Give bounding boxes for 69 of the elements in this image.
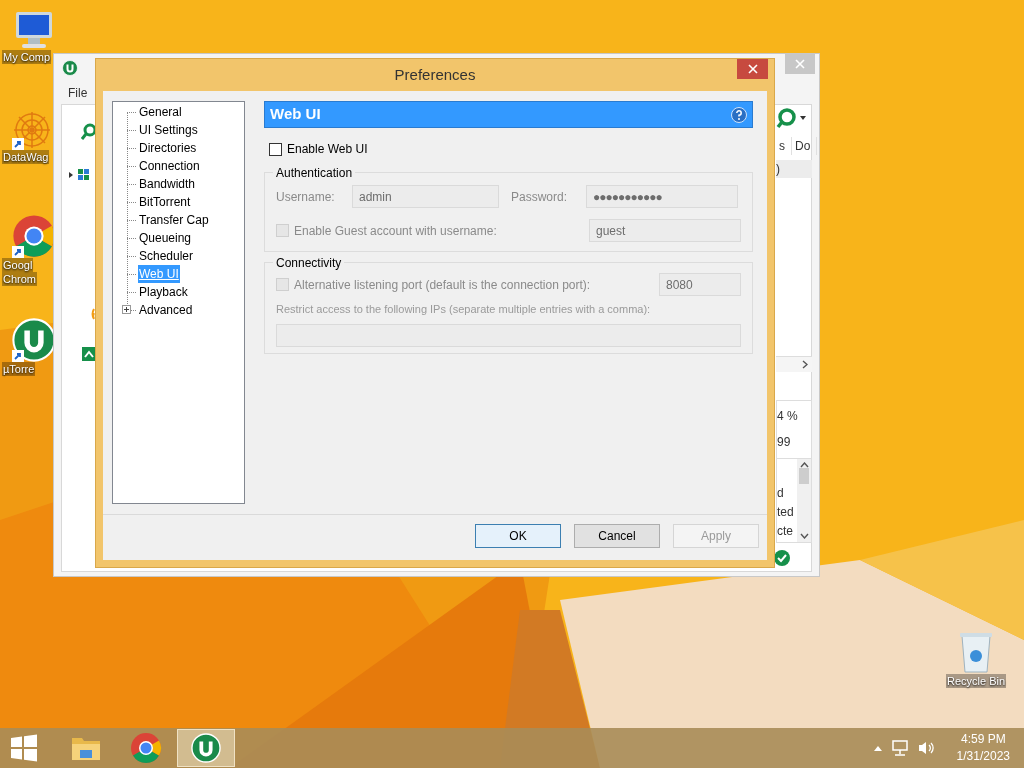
expand-toggle[interactable] <box>122 305 131 314</box>
scroll-up-icon[interactable] <box>799 462 809 468</box>
port-field[interactable]: 8080 <box>659 273 741 296</box>
recycle-bin-icon <box>958 630 994 674</box>
search-icon[interactable] <box>81 123 97 141</box>
volume-icon[interactable] <box>916 740 935 756</box>
guest-name-field[interactable]: guest <box>589 219 741 242</box>
windows-logo-icon <box>10 734 38 762</box>
shortcut-arrow-icon <box>12 350 24 362</box>
help-icon[interactable] <box>731 106 747 123</box>
checkbox-label: Alternative listening port (default is the connection port): <box>294 276 591 294</box>
menu-item[interactable]: File <box>61 84 95 102</box>
horizontal-scrollbar[interactable] <box>776 356 812 372</box>
column-header[interactable]: s <box>776 137 792 155</box>
close-icon <box>747 64 758 74</box>
desktop-icon-label[interactable]: Googl <box>2 258 34 272</box>
tree-item[interactable]: BitTorrent <box>138 193 192 211</box>
list-text: d <box>777 485 785 502</box>
network-icon[interactable] <box>890 740 909 756</box>
stat-text: 4 % <box>777 408 799 425</box>
stat-text: 99 <box>777 434 792 451</box>
field-label: Password: <box>511 188 569 206</box>
app-logo-icon <box>62 60 78 76</box>
table-cell-text: ) <box>776 161 780 178</box>
field-label: Username: <box>276 188 336 206</box>
mandala-icon <box>12 110 52 150</box>
desktop-icon-label[interactable]: My Comp <box>2 50 52 64</box>
column-header[interactable]: Do <box>792 137 818 155</box>
close-button[interactable] <box>737 59 768 79</box>
show-hidden-icons-icon[interactable] <box>872 744 883 752</box>
dialog-button[interactable]: Cancel <box>574 524 660 548</box>
window-title: Preferences <box>394 64 476 85</box>
checkbox-label: Enable Web UI <box>287 141 368 158</box>
tree-item[interactable]: Connection <box>138 157 201 175</box>
close-icon <box>795 59 805 69</box>
tree-item[interactable]: Directories <box>138 139 198 157</box>
tree-item[interactable]: Playback <box>138 283 189 301</box>
tree-item[interactable]: UI Settings <box>138 121 199 139</box>
search-icon[interactable] <box>776 107 808 129</box>
list-text: cte <box>777 523 794 540</box>
tree-item[interactable]: Bandwidth <box>138 175 197 193</box>
status-ok-icon <box>774 550 790 566</box>
field-label: Restrict access to the following IPs (separate multiple entries with a comma): <box>276 302 652 317</box>
utorrent-icon <box>191 733 221 763</box>
clock-time: 4:59 PM <box>960 731 1006 748</box>
tree-item[interactable]: Scheduler <box>138 247 195 265</box>
scroll-right-icon[interactable] <box>802 360 808 369</box>
table-row[interactable]: ) <box>776 160 812 178</box>
shortcut-arrow-icon <box>12 246 24 258</box>
taskbar-button[interactable] <box>177 729 235 767</box>
chrome-icon <box>130 732 162 764</box>
scroll-down-icon[interactable] <box>799 533 809 539</box>
section-title: Web UI <box>270 104 321 125</box>
tree-item[interactable]: Advanced <box>138 301 194 319</box>
scrollbar-thumb[interactable] <box>799 468 809 484</box>
desktop-icon-label[interactable]: Chrom <box>2 272 37 286</box>
tree-item[interactable]: Queueing <box>138 229 193 247</box>
shortcut-arrow-icon <box>12 138 24 150</box>
checkbox[interactable] <box>269 142 282 156</box>
tree-item[interactable]: General <box>138 103 183 121</box>
scrollbar[interactable] <box>797 459 811 542</box>
password-field[interactable]: ●●●●●●●●●●● <box>586 185 738 208</box>
tree-item[interactable]: Transfer Cap <box>138 211 210 229</box>
app-store-icon[interactable] <box>82 347 96 361</box>
dialog-button[interactable]: OK <box>475 524 561 548</box>
username-field[interactable]: admin <box>352 185 499 208</box>
list-text: ted <box>777 504 795 521</box>
clock-date: 1/31/2023 <box>956 748 1010 765</box>
checkbox-label: Enable Guest account with username: <box>294 222 497 240</box>
